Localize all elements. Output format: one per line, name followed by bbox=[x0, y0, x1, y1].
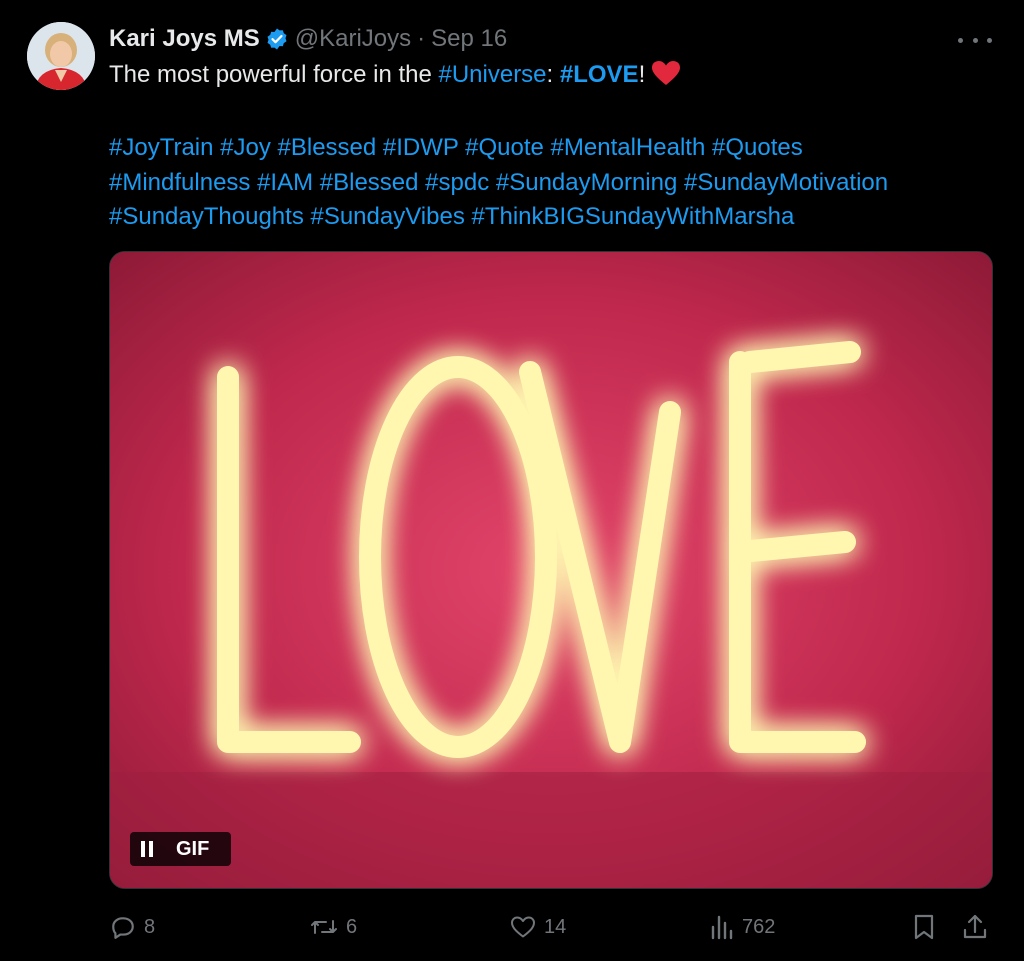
views-count: 762 bbox=[742, 915, 776, 938]
reply-count: 8 bbox=[144, 915, 156, 938]
love-neon-image bbox=[110, 252, 992, 888]
bookmark-icon bbox=[912, 913, 936, 941]
like-count: 14 bbox=[544, 915, 567, 938]
separator-dot: · bbox=[417, 25, 426, 52]
action-bar: 8 6 14 762 bbox=[0, 905, 1024, 949]
bookmark-button[interactable] bbox=[912, 905, 936, 949]
tweet-header: Kari Joys MS @KariJoys · Sep 16 bbox=[109, 22, 507, 56]
share-icon bbox=[962, 913, 988, 941]
text-prefix: The most powerful force in the bbox=[109, 61, 439, 88]
gif-media[interactable]: GIF bbox=[109, 251, 993, 889]
repost-button[interactable]: 6 bbox=[310, 905, 357, 949]
hashtags-line-2[interactable]: #Mindfulness #IAM #Blessed #spdc #Sunday… bbox=[109, 166, 1009, 201]
hashtag-love[interactable]: #LOVE bbox=[560, 61, 639, 88]
red-heart-emoji bbox=[651, 60, 681, 97]
author-name[interactable]: Kari Joys MS bbox=[109, 25, 260, 53]
tweet-line-1: The most powerful force in the #Universe… bbox=[109, 58, 1009, 97]
share-button[interactable] bbox=[962, 905, 988, 949]
pause-icon[interactable] bbox=[130, 832, 164, 866]
gif-badge: GIF bbox=[176, 837, 210, 860]
views-icon bbox=[710, 914, 734, 940]
repost-count: 6 bbox=[346, 915, 358, 938]
post-date[interactable]: Sep 16 bbox=[431, 25, 507, 53]
reply-button[interactable]: 8 bbox=[110, 905, 155, 949]
author-handle[interactable]: @KariJoys bbox=[295, 25, 411, 53]
text-exclamation: ! bbox=[638, 61, 646, 88]
tweet-text: The most powerful force in the #Universe… bbox=[109, 58, 1009, 235]
gif-controls[interactable]: GIF bbox=[130, 832, 231, 866]
text-colon: : bbox=[546, 61, 560, 88]
hashtags-line-3[interactable]: #SundayThoughts #SundayVibes #ThinkBIGSu… bbox=[109, 200, 1009, 235]
avatar[interactable] bbox=[27, 22, 95, 90]
views-button[interactable]: 762 bbox=[710, 905, 775, 949]
like-icon bbox=[510, 915, 536, 939]
repost-icon bbox=[310, 914, 338, 940]
verified-badge-icon[interactable] bbox=[265, 27, 289, 51]
like-button[interactable]: 14 bbox=[510, 905, 566, 949]
more-icon[interactable] bbox=[958, 28, 992, 52]
hashtag-universe[interactable]: #Universe bbox=[438, 61, 546, 88]
hashtags-line-1[interactable]: #JoyTrain #Joy #Blessed #IDWP #Quote #Me… bbox=[109, 131, 1009, 166]
reply-icon bbox=[110, 914, 136, 940]
